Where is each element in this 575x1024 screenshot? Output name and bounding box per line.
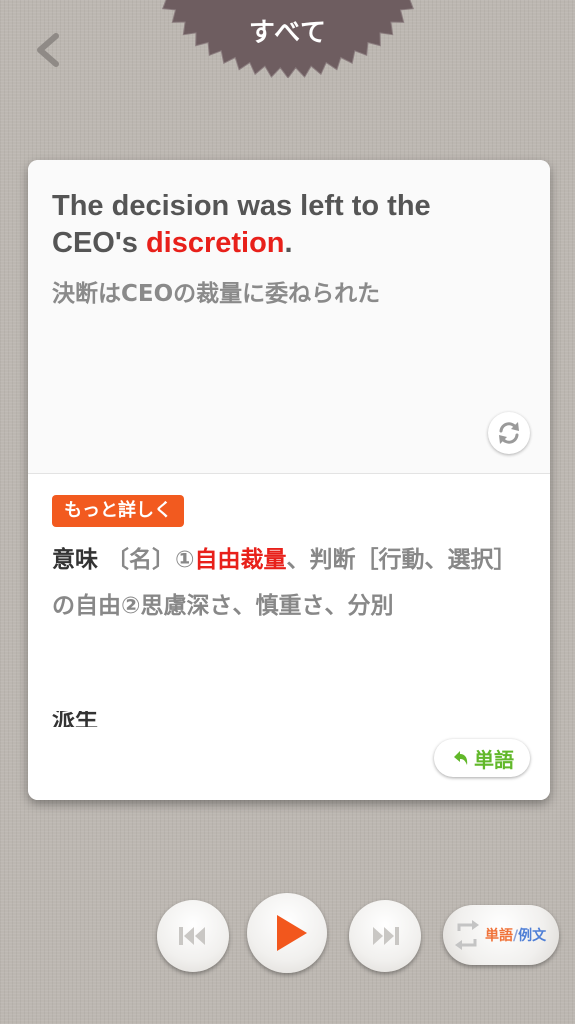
example-sentence: The decision was left to the CEO's discr… — [52, 188, 522, 262]
mode-sentence-label: 例文 — [518, 928, 547, 944]
meaning-number: ① — [175, 547, 195, 573]
mode-word-label: 単語 — [485, 928, 513, 944]
back-to-word-button[interactable]: 単語 — [434, 739, 530, 777]
previous-button[interactable] — [157, 900, 229, 972]
play-button[interactable] — [247, 893, 327, 973]
skip-back-icon — [179, 927, 205, 945]
return-arrow-icon — [454, 751, 468, 765]
next-button[interactable] — [349, 900, 421, 972]
back-to-word-label: 単語 — [474, 747, 514, 772]
meaning-highlight: 自由裁量 — [194, 547, 287, 573]
sentence-end: . — [284, 227, 293, 259]
derivation-label: 派生 — [52, 711, 98, 727]
derivation-heading: 派生 — [52, 711, 98, 727]
refresh-icon — [499, 422, 519, 444]
more-details-badge[interactable]: もっと詳しく — [52, 495, 184, 527]
card-front: The decision was left to the CEO's discr… — [28, 160, 550, 474]
sentence-translation: 決断はCEOの裁量に委ねられた — [52, 281, 381, 307]
word-sentence-toggle-button[interactable]: 単語/例文 — [443, 905, 559, 965]
card-details: もっと詳しく 意味 〔名〕①自由裁量、判断［行動、選択］の自由②思慮深さ、慎重さ、… — [28, 475, 550, 800]
flash-card: The decision was left to the CEO's discr… — [28, 160, 550, 800]
skip-forward-icon — [373, 927, 399, 945]
target-word: discretion — [145, 227, 285, 259]
play-icon — [277, 915, 307, 951]
mode-label: 単語/例文 — [485, 925, 546, 945]
header-seal: すべて — [148, 0, 428, 78]
back-button[interactable] — [28, 26, 72, 74]
page-title: すべて — [248, 18, 328, 48]
part-of-speech: 〔名〕 — [106, 547, 175, 573]
chevron-left-icon — [37, 33, 59, 67]
repeat-icon — [455, 920, 479, 950]
meaning-label: 意味 — [52, 547, 98, 573]
flip-card-button[interactable] — [488, 412, 530, 454]
meaning-text: 意味 〔名〕①自由裁量、判断［行動、選択］の自由②思慮深さ、慎重さ、分別 — [52, 537, 528, 629]
